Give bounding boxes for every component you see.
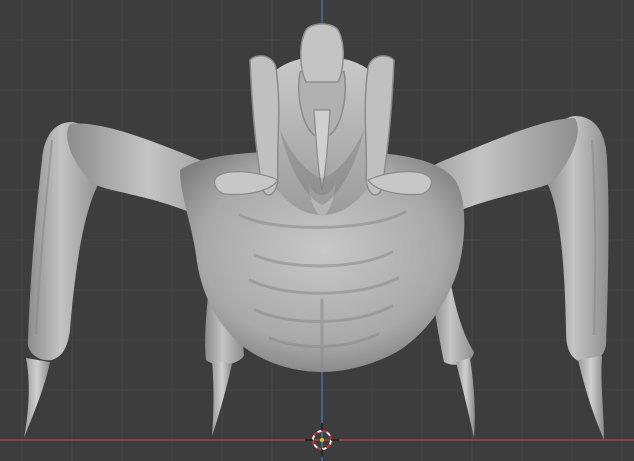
- viewport-canvas[interactable]: [0, 0, 634, 461]
- creature-mesh[interactable]: [24, 23, 609, 440]
- 3d-viewport[interactable]: [0, 0, 634, 461]
- head-top-horn: [300, 23, 344, 83]
- 3d-cursor-icon[interactable]: [305, 423, 339, 457]
